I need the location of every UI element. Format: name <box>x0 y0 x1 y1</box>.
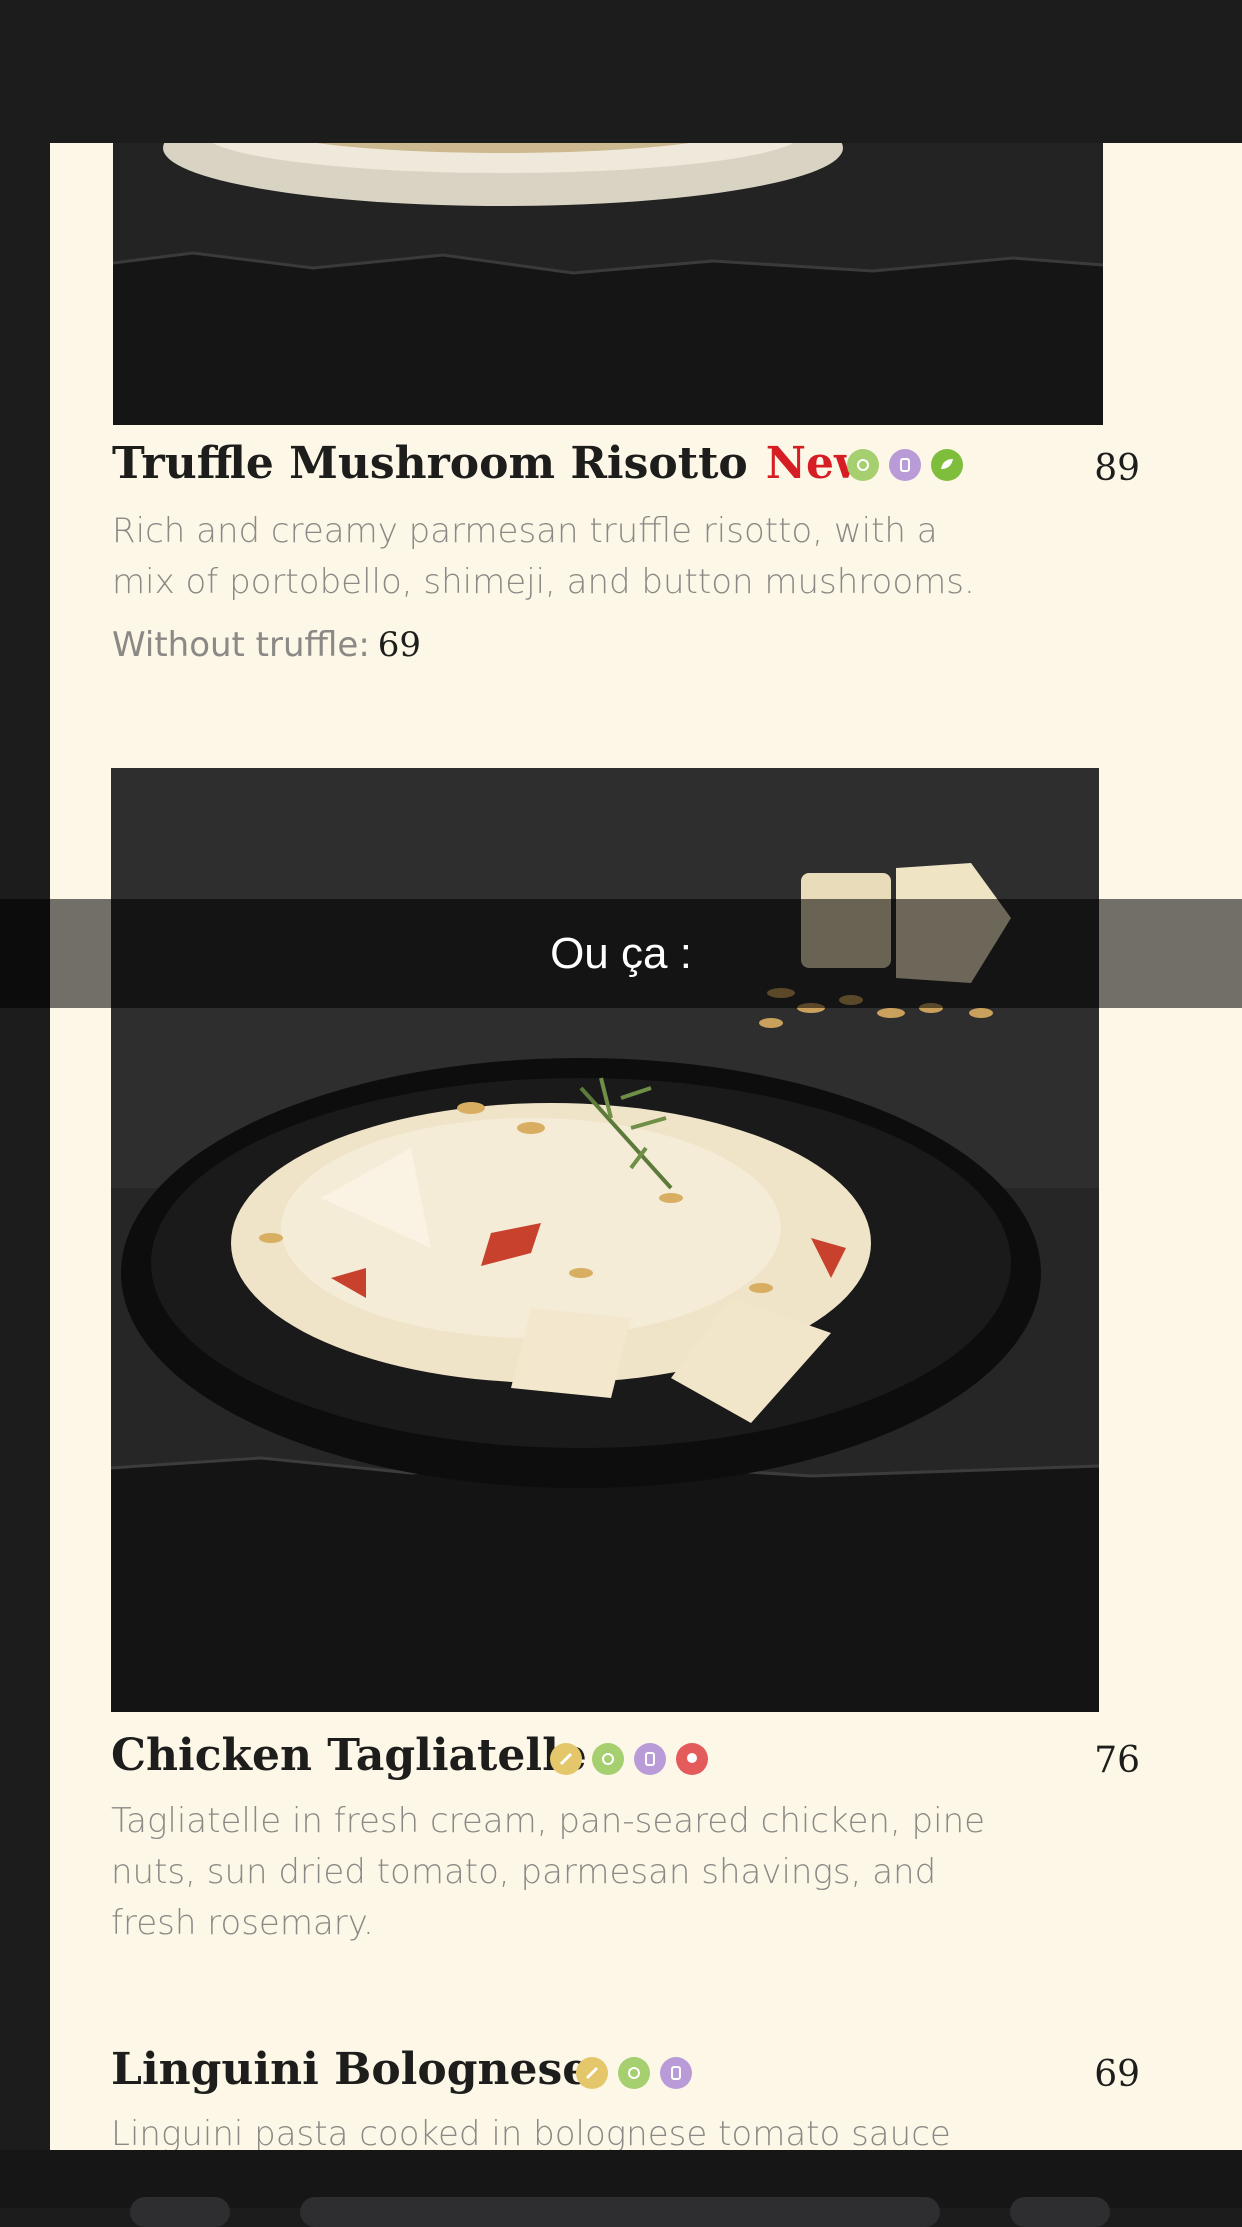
description-line: Rich and creamy parmesan truffle risotto… <box>112 511 938 551</box>
reply-input[interactable] <box>300 2197 940 2227</box>
allergen-icons <box>550 1743 708 1775</box>
dish-title: Linguini Bolognese <box>111 2044 591 2095</box>
description-line: nuts, sun dried tomato, parmesan shaving… <box>111 1852 937 1892</box>
dish-price: 69 <box>1094 2054 1140 2095</box>
bottom-pill[interactable] <box>1010 2197 1110 2227</box>
menu-page[interactable]: Truffle Mushroom Risotto New 89 Rich and … <box>50 143 1242 2150</box>
dish-title: Truffle Mushroom Risotto <box>112 438 748 489</box>
bottom-pill[interactable] <box>130 2197 230 2227</box>
caption-text: Ou ça : <box>550 928 692 978</box>
dish-name: Chicken Tagliatelle <box>111 1730 587 1781</box>
dairy-icon <box>660 2057 692 2089</box>
gluten-icon <box>592 1743 624 1775</box>
allergen-icons <box>576 2057 692 2089</box>
dish-description: Tagliatelle in fresh cream, pan-seared c… <box>111 1796 985 1949</box>
dairy-icon <box>889 449 921 481</box>
description-line: Tagliatelle in fresh cream, pan-seared c… <box>111 1801 986 1841</box>
alt-price-line: Without truffle: 69 <box>112 625 421 665</box>
nuts-icon <box>550 1743 582 1775</box>
dish-name: Truffle Mushroom Risotto New <box>112 438 872 489</box>
description-line: Linguini pasta cooked in bolognese tomat… <box>111 2114 951 2150</box>
allergen-icons <box>847 449 963 481</box>
nuts-icon <box>576 2057 608 2089</box>
gluten-icon <box>847 449 879 481</box>
dish-title: Chicken Tagliatelle <box>111 1730 587 1781</box>
risotto-photo <box>113 143 1103 425</box>
dish-price: 89 <box>1094 448 1140 489</box>
top-bar <box>0 0 1242 143</box>
story-caption: Ou ça : <box>0 899 1242 1008</box>
dairy-icon <box>634 1743 666 1775</box>
gluten-icon <box>618 2057 650 2089</box>
chicken-icon <box>676 1743 708 1775</box>
description-line: mix of portobello, shimeji, and button m… <box>112 562 975 602</box>
alt-price-value: 69 <box>377 625 422 665</box>
dish-price: 76 <box>1094 1740 1140 1781</box>
vegetarian-icon <box>931 449 963 481</box>
dish-description: Rich and creamy parmesan truffle risotto… <box>112 506 975 608</box>
dish-name: Linguini Bolognese <box>111 2044 590 2095</box>
alt-price-label: Without truffle: <box>112 625 370 665</box>
description-line: fresh rosemary. <box>111 1903 374 1943</box>
dish-description: Linguini pasta cooked in bolognese tomat… <box>111 2109 951 2150</box>
